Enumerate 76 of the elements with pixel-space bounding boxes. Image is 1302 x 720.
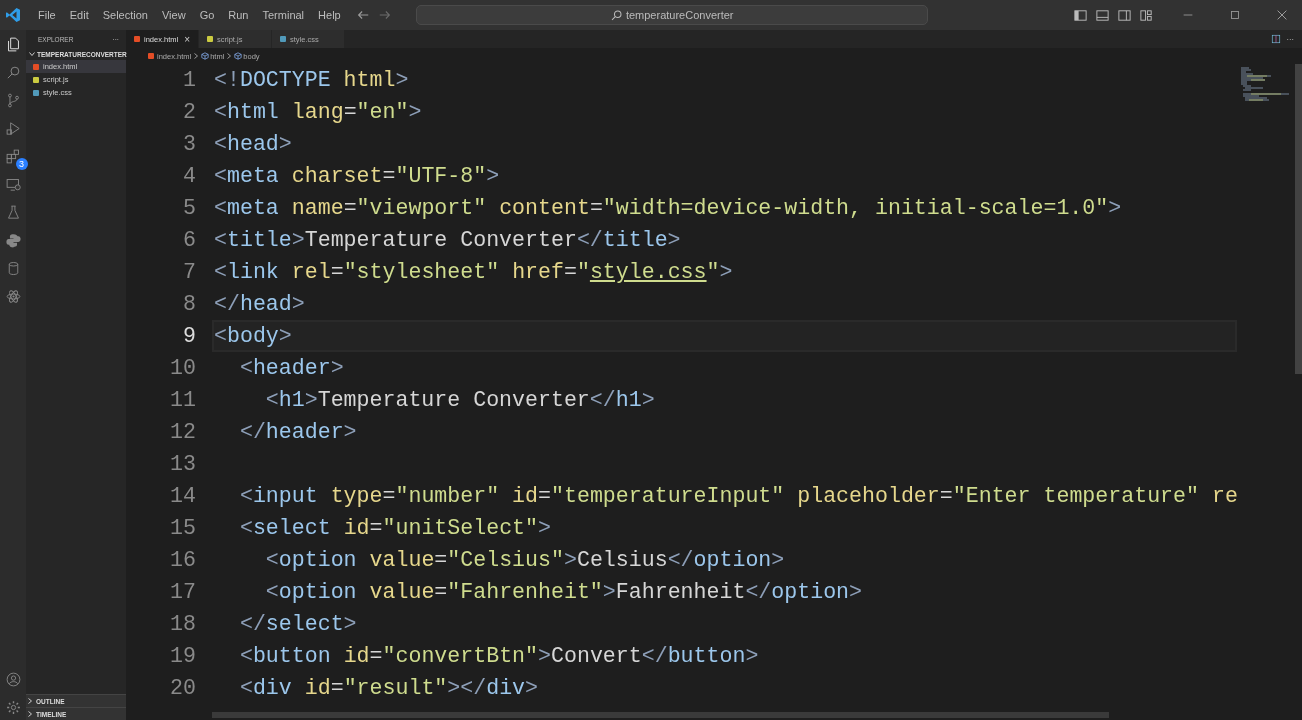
line-number: 2 — [182, 100, 197, 124]
menu-item[interactable]: Go — [192, 9, 222, 21]
code-line: <!DOCTYPE html> — [214, 68, 409, 92]
menu-item[interactable]: View — [154, 9, 193, 21]
line-number: 13 — [169, 452, 197, 476]
settings-icon[interactable] — [4, 699, 22, 716]
customize-layout-icon[interactable] — [1139, 7, 1154, 23]
line-number: 20 — [169, 676, 197, 700]
panel-layout-icon[interactable] — [1095, 7, 1110, 23]
line-number: 10 — [169, 356, 197, 380]
code-line: <div id="result"></div> — [238, 676, 539, 700]
code-line: <h1>Temperature Converter</h1> — [264, 388, 655, 412]
code-line: <html lang="en"> — [214, 100, 422, 124]
scrollbar[interactable] — [1295, 64, 1302, 374]
account-icon[interactable] — [4, 671, 22, 688]
line-number: 16 — [169, 548, 197, 572]
code-line: </head> — [214, 292, 305, 316]
file-type-icon — [148, 53, 154, 59]
back-arrow-icon[interactable] — [355, 8, 370, 22]
code-line: <input type="number" id="temperatureInput" placeholder="Enter temperature" re — [238, 484, 1237, 508]
menu-item[interactable]: File — [31, 9, 63, 21]
app-logo-icon — [5, 7, 21, 23]
code-line: </header> — [238, 420, 357, 444]
monitor-icon[interactable] — [4, 176, 22, 193]
split-editor-icon[interactable] — [1270, 34, 1281, 44]
line-number: 1 — [182, 68, 197, 92]
search-field[interactable]: temperatureConverter — [415, 5, 928, 25]
python-icon[interactable] — [4, 232, 22, 249]
code-line: <select id="unitSelect"> — [238, 516, 551, 540]
menu-item[interactable]: Help — [311, 9, 348, 21]
code-line: <header> — [238, 356, 344, 380]
code-line: <body> — [214, 324, 292, 348]
close-tab-button[interactable]: × — [184, 33, 190, 45]
code-line: <head> — [214, 132, 292, 156]
element-icon — [201, 52, 210, 60]
extensions-icon[interactable] — [4, 148, 22, 165]
code-line: <option value="Celsius">Celsius</option> — [264, 548, 785, 572]
maximize-icon[interactable] — [1228, 8, 1242, 22]
notification-badge: 3 — [15, 158, 28, 170]
code-line: <button id="convertBtn">Convert</button> — [238, 644, 759, 668]
menu-item[interactable]: Selection — [95, 9, 155, 21]
line-number: 6 — [182, 228, 197, 252]
code-line: <title>Temperature Converter</title> — [214, 228, 681, 252]
menu-item[interactable]: Terminal — [255, 9, 312, 21]
code-line: <meta name="viewport" content="width=device-width, initial-scale=1.0"> — [214, 196, 1122, 220]
code-line: <option value="Fahrenheit">Fahrenheit</option> — [264, 580, 863, 604]
line-number: 4 — [182, 164, 197, 188]
code-line: </select> — [238, 612, 357, 636]
file-type-icon — [280, 36, 286, 42]
line-number: 5 — [182, 196, 197, 220]
scrollbar[interactable] — [212, 712, 1109, 718]
line-number: 12 — [169, 420, 197, 444]
line-number: 17 — [169, 580, 197, 604]
line-number: 7 — [182, 260, 197, 284]
line-number: 11 — [169, 388, 197, 412]
line-number: 19 — [169, 644, 197, 668]
secondary-sidebar-icon[interactable] — [1117, 7, 1132, 23]
file-type-icon — [207, 36, 213, 42]
line-number: 9 — [182, 324, 197, 348]
menu-item[interactable]: Run — [221, 9, 256, 21]
close-icon[interactable] — [1275, 8, 1289, 22]
file-type-icon — [134, 36, 140, 42]
menu-item[interactable]: Edit — [62, 9, 96, 21]
code-line: <link rel="stylesheet" href="style.css"> — [214, 260, 733, 284]
sidebar-layout-icon[interactable] — [1073, 7, 1088, 23]
run-debug-icon[interactable] — [4, 120, 22, 137]
code-line: <meta charset="UTF-8"> — [214, 164, 500, 188]
element-icon — [234, 52, 243, 60]
line-number: 18 — [169, 612, 197, 636]
line-number: 3 — [182, 132, 197, 156]
forward-arrow-icon[interactable] — [377, 8, 392, 22]
line-number: 8 — [182, 292, 197, 316]
line-number: 15 — [169, 516, 197, 540]
line-number: 14 — [169, 484, 197, 508]
atom-icon[interactable] — [4, 288, 22, 305]
search-icon — [609, 8, 623, 22]
